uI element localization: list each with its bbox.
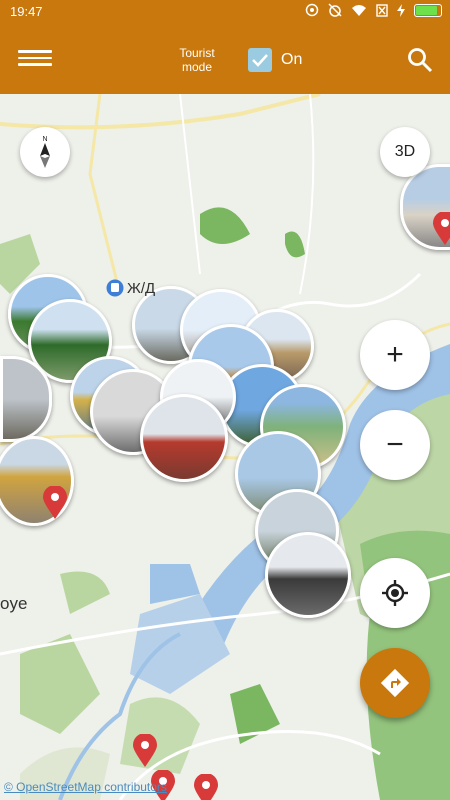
my-location-icon [382, 580, 408, 606]
search-icon [408, 48, 433, 73]
compass-icon: N [40, 136, 50, 168]
compass-button[interactable]: N [20, 127, 70, 177]
zoom-out-label: − [386, 428, 404, 461]
wifi-icon [352, 4, 366, 16]
svg-text:N: N [42, 136, 47, 143]
location-pin-icon[interactable] [432, 212, 450, 246]
map-view[interactable]: Ж/Д oye N 3D + − © OpenStreetMap contrib… [0, 94, 450, 800]
charging-icon [397, 3, 405, 17]
alarm-off-icon [328, 3, 342, 17]
3d-label: 3D [394, 143, 416, 160]
checkmark-icon [252, 54, 268, 67]
location-pin-icon[interactable] [132, 734, 158, 768]
photo-marker[interactable] [140, 394, 228, 482]
photo-marker[interactable] [265, 532, 351, 618]
zoom-in-button[interactable]: + [360, 320, 430, 390]
bus-station-icon [106, 279, 124, 297]
menu-icon-line [18, 50, 52, 53]
status-time: 19:47 [10, 4, 43, 19]
map-label-town: oye [0, 594, 28, 613]
tourist-mode-checkbox[interactable] [248, 48, 272, 72]
tourist-mode-label: Tourist mode [179, 46, 215, 74]
zoom-in-label: + [386, 338, 404, 371]
location-status-icon [305, 3, 319, 17]
my-location-button[interactable] [360, 558, 430, 628]
map-attribution-link[interactable]: © OpenStreetMap contributors [4, 780, 167, 794]
map-label-station: Ж/Д [127, 280, 156, 297]
3d-toggle-button[interactable]: 3D [380, 127, 430, 177]
sim-icon [376, 3, 388, 17]
search-button[interactable] [406, 46, 434, 74]
location-pin-icon[interactable] [42, 486, 68, 520]
zoom-out-button[interactable]: − [360, 410, 430, 480]
menu-icon-line [18, 56, 52, 59]
status-icons [305, 3, 442, 17]
menu-button[interactable] [18, 46, 52, 72]
directions-icon [380, 668, 410, 698]
directions-button[interactable] [360, 648, 430, 718]
status-bar: 19:47 [0, 0, 450, 24]
battery-icon [414, 3, 442, 17]
menu-icon-line [18, 63, 52, 66]
location-pin-icon[interactable] [193, 774, 219, 800]
app-bar: Tourist mode On [0, 24, 450, 94]
tourist-mode-state: On [281, 51, 303, 68]
